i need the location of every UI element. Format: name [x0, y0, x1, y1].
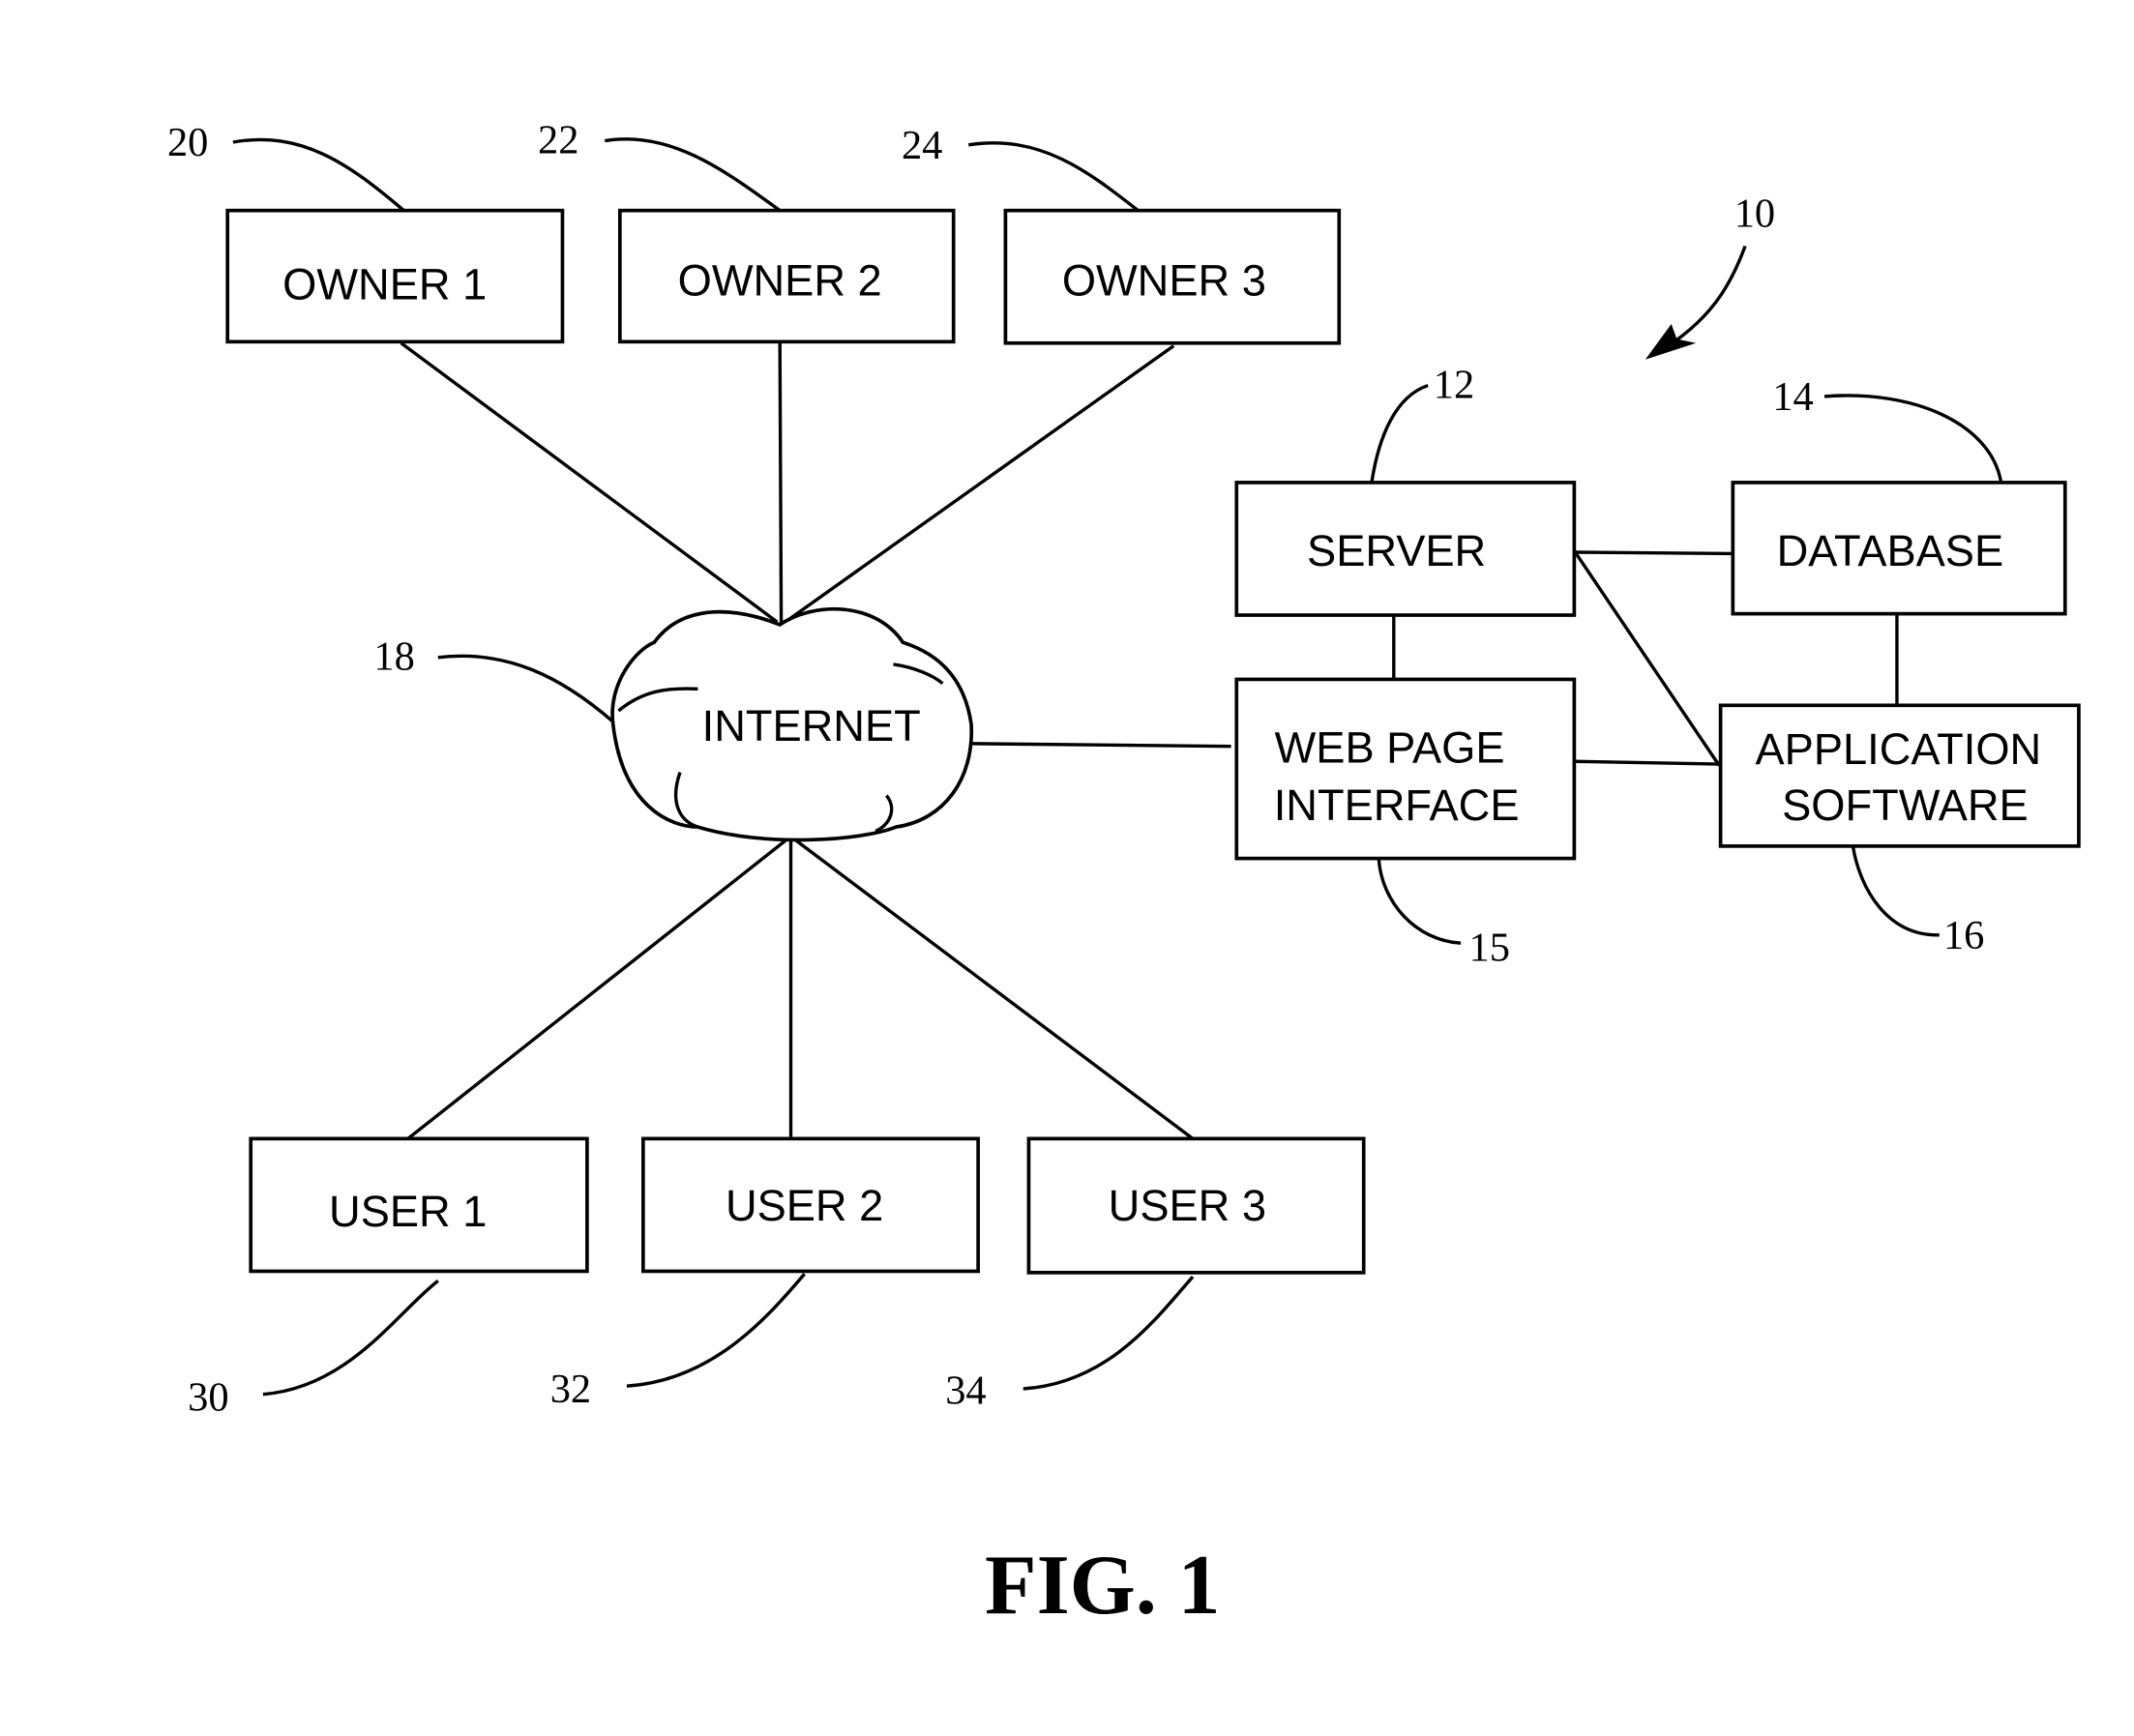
edge-internet-user3 — [795, 839, 1195, 1140]
web-page-label-line1: WEB PAGE — [1275, 723, 1505, 773]
user-1-label: USER 1 — [329, 1187, 487, 1236]
edge-owner2-internet — [778, 342, 784, 627]
server-label: SERVER — [1307, 526, 1486, 575]
ref-user-3: 34 — [945, 1368, 986, 1414]
ref-application-software: 16 — [1943, 913, 1984, 958]
ref-web-page-interface: 15 — [1469, 926, 1510, 971]
patent-figure: OWNER 1 OWNER 2 OWNER 3 INTERNET USER 1 … — [167, 117, 2081, 1632]
ref-database: 14 — [1772, 374, 1813, 420]
owner-1-node: OWNER 1 — [225, 208, 565, 344]
ref-user-2: 32 — [550, 1367, 591, 1412]
ref-owner-2: 22 — [538, 117, 578, 162]
edge-owner3-internet — [784, 344, 1175, 624]
edge-internet-webpage — [972, 742, 1231, 749]
database-node: DATABASE — [1731, 481, 2067, 616]
owner-3-label: OWNER 3 — [1062, 255, 1266, 305]
application-software-label-line1: APPLICATION — [1756, 724, 2042, 774]
web-page-interface-node: WEB PAGE INTERFACE — [1234, 677, 1577, 861]
application-software-node: APPLICATION SOFTWARE — [1718, 703, 2081, 848]
application-software-label-line2: SOFTWARE — [1782, 780, 2029, 830]
owner-3-node: OWNER 3 — [1003, 208, 1342, 345]
ref-user-1: 30 — [188, 1375, 228, 1421]
database-label: DATABASE — [1777, 526, 2004, 575]
user-1-node: USER 1 — [249, 1136, 589, 1274]
edge-internet-user1 — [406, 839, 786, 1140]
web-page-label-line2: INTERFACE — [1274, 780, 1520, 830]
ref-server: 12 — [1434, 362, 1474, 407]
ref-owner-3: 24 — [902, 123, 942, 168]
internet-cloud-node: INTERNET — [610, 606, 973, 842]
edge-server-appsoftware — [1572, 549, 1721, 767]
owner-1-label: OWNER 1 — [282, 260, 487, 309]
user-2-node: USER 2 — [641, 1136, 980, 1274]
ref-owner-1: 20 — [167, 120, 208, 165]
owner-2-label: OWNER 2 — [678, 255, 882, 305]
figure-caption: FIG. 1 — [985, 1538, 1220, 1632]
ref-system: 10 — [1734, 191, 1775, 237]
ref-internet: 18 — [373, 634, 414, 680]
edge-webpage-appsoftware — [1574, 759, 1720, 766]
owner-2-node: OWNER 2 — [617, 208, 956, 344]
user-2-label: USER 2 — [726, 1181, 883, 1230]
edge-server-database — [1574, 550, 1734, 556]
internet-label: INTERNET — [702, 701, 921, 750]
server-node: SERVER — [1234, 481, 1577, 617]
user-3-label: USER 3 — [1109, 1181, 1266, 1230]
user-3-node: USER 3 — [1026, 1136, 1366, 1275]
edge-owner1-internet — [400, 341, 779, 624]
